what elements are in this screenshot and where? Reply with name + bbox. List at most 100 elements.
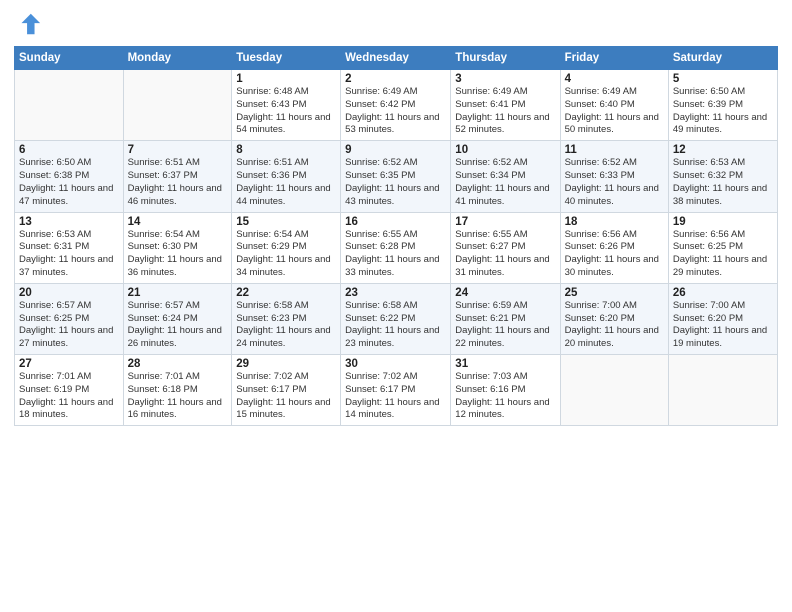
week-row-1: 1Sunrise: 6:48 AM Sunset: 6:43 PM Daylig… [15, 70, 778, 141]
calendar-cell [560, 355, 668, 426]
header-day-sunday: Sunday [15, 47, 124, 70]
day-info: Sunrise: 6:50 AM Sunset: 6:39 PM Dayligh… [673, 86, 773, 137]
day-info: Sunrise: 6:49 AM Sunset: 6:42 PM Dayligh… [345, 86, 446, 137]
day-info: Sunrise: 6:49 AM Sunset: 6:41 PM Dayligh… [455, 86, 555, 137]
day-info: Sunrise: 6:53 AM Sunset: 6:31 PM Dayligh… [19, 229, 119, 280]
day-number: 16 [345, 216, 446, 228]
day-info: Sunrise: 7:03 AM Sunset: 6:16 PM Dayligh… [455, 371, 555, 422]
day-info: Sunrise: 6:55 AM Sunset: 6:27 PM Dayligh… [455, 229, 555, 280]
calendar-cell: 21Sunrise: 6:57 AM Sunset: 6:24 PM Dayli… [123, 283, 232, 354]
day-info: Sunrise: 7:02 AM Sunset: 6:17 PM Dayligh… [236, 371, 336, 422]
calendar-cell: 18Sunrise: 6:56 AM Sunset: 6:26 PM Dayli… [560, 212, 668, 283]
calendar-cell: 6Sunrise: 6:50 AM Sunset: 6:38 PM Daylig… [15, 141, 124, 212]
day-info: Sunrise: 6:51 AM Sunset: 6:36 PM Dayligh… [236, 157, 336, 208]
day-number: 5 [673, 73, 773, 85]
calendar-cell: 25Sunrise: 7:00 AM Sunset: 6:20 PM Dayli… [560, 283, 668, 354]
calendar-cell: 9Sunrise: 6:52 AM Sunset: 6:35 PM Daylig… [341, 141, 451, 212]
day-info: Sunrise: 6:59 AM Sunset: 6:21 PM Dayligh… [455, 300, 555, 351]
day-info: Sunrise: 6:56 AM Sunset: 6:26 PM Dayligh… [565, 229, 664, 280]
week-row-4: 20Sunrise: 6:57 AM Sunset: 6:25 PM Dayli… [15, 283, 778, 354]
day-number: 12 [673, 144, 773, 156]
week-row-3: 13Sunrise: 6:53 AM Sunset: 6:31 PM Dayli… [15, 212, 778, 283]
day-info: Sunrise: 6:57 AM Sunset: 6:24 PM Dayligh… [128, 300, 228, 351]
day-number: 15 [236, 216, 336, 228]
logo [14, 10, 46, 38]
day-info: Sunrise: 6:54 AM Sunset: 6:30 PM Dayligh… [128, 229, 228, 280]
calendar-cell: 30Sunrise: 7:02 AM Sunset: 6:17 PM Dayli… [341, 355, 451, 426]
day-info: Sunrise: 6:56 AM Sunset: 6:25 PM Dayligh… [673, 229, 773, 280]
day-number: 19 [673, 216, 773, 228]
day-number: 26 [673, 287, 773, 299]
day-info: Sunrise: 6:54 AM Sunset: 6:29 PM Dayligh… [236, 229, 336, 280]
calendar-cell: 24Sunrise: 6:59 AM Sunset: 6:21 PM Dayli… [451, 283, 560, 354]
day-number: 14 [128, 216, 228, 228]
calendar-cell: 12Sunrise: 6:53 AM Sunset: 6:32 PM Dayli… [668, 141, 777, 212]
calendar-cell: 15Sunrise: 6:54 AM Sunset: 6:29 PM Dayli… [232, 212, 341, 283]
day-number: 6 [19, 144, 119, 156]
calendar-cell: 23Sunrise: 6:58 AM Sunset: 6:22 PM Dayli… [341, 283, 451, 354]
header-day-wednesday: Wednesday [341, 47, 451, 70]
day-number: 1 [236, 73, 336, 85]
day-number: 7 [128, 144, 228, 156]
day-info: Sunrise: 6:58 AM Sunset: 6:22 PM Dayligh… [345, 300, 446, 351]
calendar-cell: 22Sunrise: 6:58 AM Sunset: 6:23 PM Dayli… [232, 283, 341, 354]
calendar-header-row: SundayMondayTuesdayWednesdayThursdayFrid… [15, 47, 778, 70]
calendar-cell: 5Sunrise: 6:50 AM Sunset: 6:39 PM Daylig… [668, 70, 777, 141]
calendar-cell: 19Sunrise: 6:56 AM Sunset: 6:25 PM Dayli… [668, 212, 777, 283]
header-day-friday: Friday [560, 47, 668, 70]
day-number: 23 [345, 287, 446, 299]
logo-icon [14, 10, 42, 38]
day-info: Sunrise: 7:00 AM Sunset: 6:20 PM Dayligh… [565, 300, 664, 351]
calendar-cell: 13Sunrise: 6:53 AM Sunset: 6:31 PM Dayli… [15, 212, 124, 283]
day-info: Sunrise: 6:57 AM Sunset: 6:25 PM Dayligh… [19, 300, 119, 351]
day-number: 18 [565, 216, 664, 228]
calendar-cell: 29Sunrise: 7:02 AM Sunset: 6:17 PM Dayli… [232, 355, 341, 426]
week-row-5: 27Sunrise: 7:01 AM Sunset: 6:19 PM Dayli… [15, 355, 778, 426]
calendar-cell: 7Sunrise: 6:51 AM Sunset: 6:37 PM Daylig… [123, 141, 232, 212]
day-info: Sunrise: 6:52 AM Sunset: 6:33 PM Dayligh… [565, 157, 664, 208]
day-number: 24 [455, 287, 555, 299]
day-number: 9 [345, 144, 446, 156]
calendar-cell: 4Sunrise: 6:49 AM Sunset: 6:40 PM Daylig… [560, 70, 668, 141]
day-info: Sunrise: 6:51 AM Sunset: 6:37 PM Dayligh… [128, 157, 228, 208]
day-info: Sunrise: 7:01 AM Sunset: 6:18 PM Dayligh… [128, 371, 228, 422]
calendar: SundayMondayTuesdayWednesdayThursdayFrid… [14, 46, 778, 426]
day-info: Sunrise: 6:50 AM Sunset: 6:38 PM Dayligh… [19, 157, 119, 208]
day-info: Sunrise: 7:01 AM Sunset: 6:19 PM Dayligh… [19, 371, 119, 422]
calendar-cell: 16Sunrise: 6:55 AM Sunset: 6:28 PM Dayli… [341, 212, 451, 283]
header-day-saturday: Saturday [668, 47, 777, 70]
day-info: Sunrise: 6:48 AM Sunset: 6:43 PM Dayligh… [236, 86, 336, 137]
day-info: Sunrise: 7:00 AM Sunset: 6:20 PM Dayligh… [673, 300, 773, 351]
day-number: 17 [455, 216, 555, 228]
calendar-cell: 11Sunrise: 6:52 AM Sunset: 6:33 PM Dayli… [560, 141, 668, 212]
day-info: Sunrise: 7:02 AM Sunset: 6:17 PM Dayligh… [345, 371, 446, 422]
day-info: Sunrise: 6:49 AM Sunset: 6:40 PM Dayligh… [565, 86, 664, 137]
calendar-cell: 8Sunrise: 6:51 AM Sunset: 6:36 PM Daylig… [232, 141, 341, 212]
day-number: 30 [345, 358, 446, 370]
day-number: 20 [19, 287, 119, 299]
day-number: 21 [128, 287, 228, 299]
day-number: 28 [128, 358, 228, 370]
calendar-cell: 20Sunrise: 6:57 AM Sunset: 6:25 PM Dayli… [15, 283, 124, 354]
calendar-cell [668, 355, 777, 426]
day-info: Sunrise: 6:52 AM Sunset: 6:35 PM Dayligh… [345, 157, 446, 208]
day-number: 11 [565, 144, 664, 156]
header-day-tuesday: Tuesday [232, 47, 341, 70]
day-info: Sunrise: 6:58 AM Sunset: 6:23 PM Dayligh… [236, 300, 336, 351]
day-info: Sunrise: 6:55 AM Sunset: 6:28 PM Dayligh… [345, 229, 446, 280]
calendar-cell: 28Sunrise: 7:01 AM Sunset: 6:18 PM Dayli… [123, 355, 232, 426]
calendar-cell: 14Sunrise: 6:54 AM Sunset: 6:30 PM Dayli… [123, 212, 232, 283]
day-info: Sunrise: 6:53 AM Sunset: 6:32 PM Dayligh… [673, 157, 773, 208]
day-number: 4 [565, 73, 664, 85]
day-number: 13 [19, 216, 119, 228]
calendar-cell: 27Sunrise: 7:01 AM Sunset: 6:19 PM Dayli… [15, 355, 124, 426]
day-number: 22 [236, 287, 336, 299]
calendar-cell: 17Sunrise: 6:55 AM Sunset: 6:27 PM Dayli… [451, 212, 560, 283]
calendar-cell: 31Sunrise: 7:03 AM Sunset: 6:16 PM Dayli… [451, 355, 560, 426]
day-number: 25 [565, 287, 664, 299]
day-number: 31 [455, 358, 555, 370]
day-number: 29 [236, 358, 336, 370]
calendar-cell: 26Sunrise: 7:00 AM Sunset: 6:20 PM Dayli… [668, 283, 777, 354]
page: SundayMondayTuesdayWednesdayThursdayFrid… [0, 0, 792, 612]
header-day-thursday: Thursday [451, 47, 560, 70]
